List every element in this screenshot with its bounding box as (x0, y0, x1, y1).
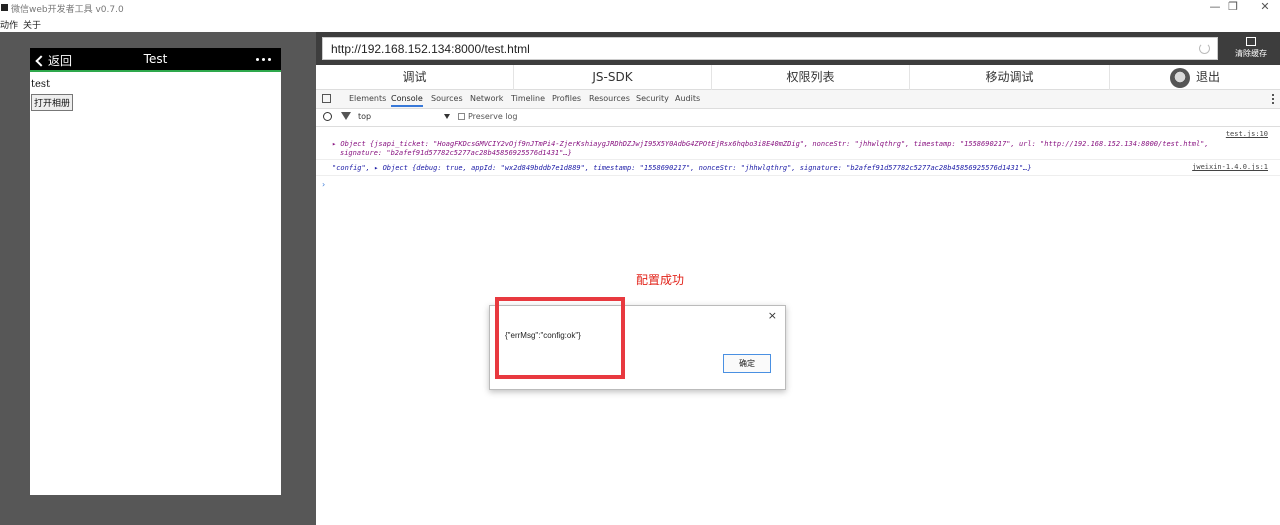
ok-button[interactable]: 确定 (723, 354, 771, 373)
context-select[interactable]: top (358, 112, 371, 121)
simulator-pane: 返回 Test test 打开相册 (0, 32, 316, 525)
more-icon[interactable] (256, 58, 271, 61)
phone-screen: 返回 Test test 打开相册 (30, 48, 281, 495)
tab-jssdk[interactable]: JS-SDK (514, 65, 712, 90)
console-entry: test.js:10 ▸ Object {jsapi_ticket: "Hoag… (316, 130, 1280, 160)
console-entry: jweixin-1.4.0.js:1 "config", ▸ Object {d… (316, 161, 1280, 176)
console-prompt[interactable]: › (322, 180, 325, 189)
highlight-box (495, 297, 625, 379)
window-titlebar: 微信web开发者工具 v0.7.0 — ❐ ✕ (0, 0, 1280, 16)
main-tabs: 调试 JS-SDK 权限列表 移动调试 退出 (316, 65, 1280, 90)
inspect-icon[interactable] (322, 94, 331, 103)
devtools-tab-elements[interactable]: Elements (349, 94, 386, 103)
devtools-pane: http://192.168.152.134:8000/test.html 清除… (316, 32, 1280, 525)
console-config-text[interactable]: "config", ▸ Object {debug: true, appId: … (332, 164, 1032, 172)
menu-action[interactable]: 动作 (0, 18, 18, 31)
filter-icon[interactable] (341, 112, 351, 120)
preserve-log-checkbox[interactable]: Preserve log (458, 112, 518, 121)
menu-about[interactable]: 关于 (23, 18, 41, 31)
devtools-tab-sources[interactable]: Sources (431, 94, 463, 103)
window-title: 微信web开发者工具 v0.7.0 (11, 5, 124, 15)
devtools-tab-resources[interactable]: Resources (589, 94, 630, 103)
phone-page-title: Test (143, 52, 168, 66)
logout-label: 退出 (1195, 70, 1220, 84)
phone-navbar: 返回 Test (30, 48, 281, 72)
source-link[interactable]: jweixin-1.4.0.js:1 (1192, 163, 1268, 171)
devtools-tab-console[interactable]: Console (391, 94, 423, 107)
devtools-tab-network[interactable]: Network (470, 94, 503, 103)
app-icon (1, 4, 8, 11)
tab-debug[interactable]: 调试 (316, 65, 514, 90)
devtools-tab-security[interactable]: Security (636, 94, 669, 103)
chevron-down-icon[interactable] (444, 114, 450, 119)
clear-console-icon[interactable] (323, 112, 332, 121)
devtools-tab-timeline[interactable]: Timeline (511, 94, 545, 103)
clear-cache-label: 清除缓存 (1235, 49, 1267, 58)
logout-button[interactable]: 退出 (1110, 65, 1280, 90)
clear-cache-button[interactable]: 清除缓存 (1222, 34, 1280, 64)
console-filterbar: top Preserve log (316, 109, 1280, 127)
close-button[interactable]: ✕ (1250, 0, 1280, 16)
close-icon[interactable]: × (768, 309, 777, 322)
reload-icon[interactable] (1199, 43, 1210, 54)
url-bar: http://192.168.152.134:8000/test.html 清除… (316, 32, 1280, 65)
console-object-text-cont: signature: "b2afef91d57782c5277ac28b4585… (340, 149, 572, 157)
menubar: 动作 关于 (0, 16, 1280, 32)
preserve-log-label: Preserve log (468, 112, 518, 121)
annotation-text: 配置成功 (636, 273, 685, 287)
devtools-toolbar: Elements Console Sources Network Timelin… (316, 90, 1280, 109)
devtools-tab-audits[interactable]: Audits (675, 94, 700, 103)
devtools-tab-profiles[interactable]: Profiles (552, 94, 581, 103)
cache-icon (1246, 37, 1256, 46)
checkbox-icon (458, 113, 465, 120)
tab-mobile-debug[interactable]: 移动调试 (910, 65, 1110, 90)
devtools-menu-icon[interactable] (1272, 94, 1274, 104)
restore-button[interactable]: ❐ (1218, 0, 1248, 16)
source-link[interactable]: test.js:10 (1226, 130, 1268, 138)
url-input[interactable]: http://192.168.152.134:8000/test.html (322, 37, 1218, 60)
open-album-button[interactable]: 打开相册 (31, 94, 74, 111)
console-object-text[interactable]: ▸ Object {jsapi_ticket: "HoagFKDcsGMVCIY… (332, 140, 1209, 148)
avatar (1169, 67, 1190, 88)
tab-permissions[interactable]: 权限列表 (712, 65, 910, 90)
page-body-text: test (31, 79, 51, 90)
